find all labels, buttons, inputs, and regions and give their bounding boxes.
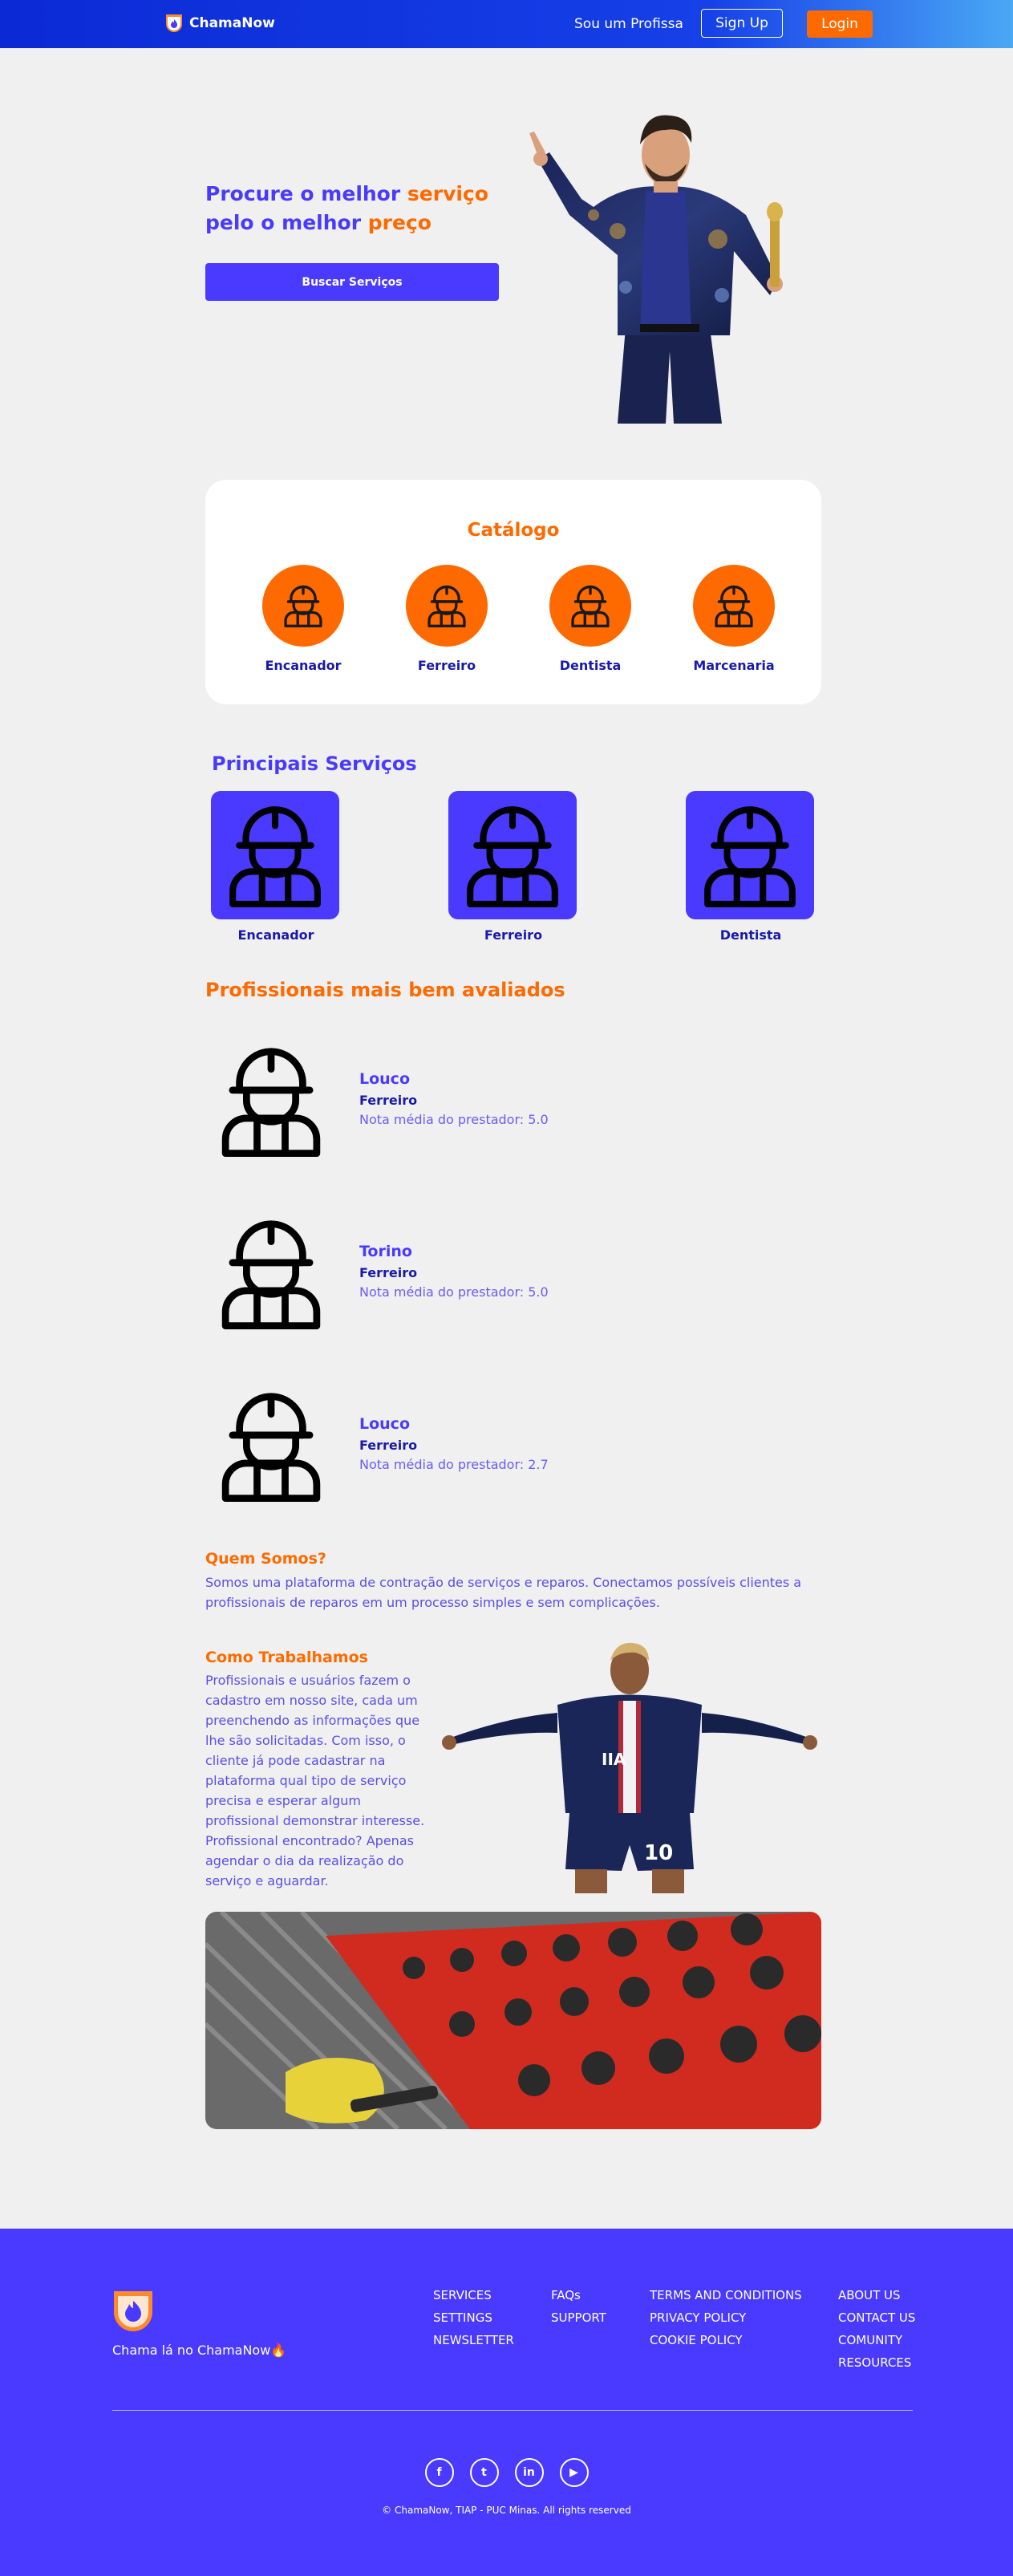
catalog-item[interactable]: Dentista [534, 565, 646, 673]
catalog-item-label: Encanador [265, 658, 342, 673]
signup-button[interactable]: Sign Up [701, 9, 783, 38]
service-label: Encanador [237, 927, 314, 943]
footer-link-resources[interactable]: RESOURCES [838, 2355, 915, 2371]
catalog-item-label: Dentista [559, 658, 622, 673]
service-label: Ferreiro [484, 927, 543, 943]
worker-icon [215, 1217, 327, 1329]
footer-link-contact[interactable]: CONTACT US [838, 2310, 915, 2326]
professional-name: Louco [359, 1415, 411, 1433]
service-label: Dentista [719, 927, 782, 943]
catalog-item[interactable]: Ferreiro [391, 565, 503, 673]
worker-icon [448, 791, 577, 919]
footer-logo-icon [112, 2290, 154, 2336]
tools-image [205, 1912, 821, 2129]
professional-card[interactable]: Louco Ferreiro Nota média do prestador: … [205, 1028, 687, 1165]
how-we-work-text: Profissionais e usuários fazem o cadastr… [205, 1673, 425, 1888]
footer-link-terms[interactable]: TERMS AND CONDITIONS [650, 2288, 802, 2303]
footer: Chama lá no ChamaNow🔥 SERVICES SETTINGS … [0, 2229, 1013, 2576]
footer-link-about[interactable]: ABOUT US [838, 2288, 915, 2303]
how-we-work-title: Como Trabalhamos [205, 1649, 368, 1666]
login-button[interactable]: Login [807, 10, 873, 38]
worker-icon [215, 1045, 327, 1157]
twitter-icon[interactable]: t [469, 2458, 499, 2487]
brand-logo[interactable]: ChamaNow [165, 13, 275, 34]
footer-column-4: ABOUT US CONTACT US COMUNITY RESOURCES [838, 2288, 915, 2371]
footer-column-2: FAQs SUPPORT [551, 2288, 606, 2326]
catalog-item-label: Ferreiro [417, 658, 476, 673]
catalog-item[interactable]: Marcenaria [678, 565, 790, 673]
professional-job: Ferreiro [359, 1265, 418, 1280]
social-links: f t in ▶ [0, 2458, 1013, 2487]
professional-rating: Nota média do prestador: 5.0 [359, 1112, 549, 1127]
hero-singer-image [505, 95, 818, 424]
flame-shield-icon [165, 13, 183, 34]
footer-divider [112, 2410, 913, 2411]
footer-link-community[interactable]: COMUNITY [838, 2333, 915, 2348]
catalog-card: Catálogo Encanador Ferreiro Dentista Mar… [205, 480, 821, 704]
footer-link-faqs[interactable]: FAQs [551, 2288, 606, 2303]
worker-icon [215, 1389, 327, 1502]
worker-icon [549, 565, 631, 647]
brand-name: ChamaNow [189, 15, 275, 31]
professional-card[interactable]: Torino Ferreiro Nota média do prestador:… [205, 1201, 687, 1337]
hero-title-highlight1: serviço [407, 182, 488, 205]
professional-card[interactable]: Louco Ferreiro Nota média do prestador: … [205, 1373, 687, 1510]
worker-icon [686, 791, 814, 919]
footer-link-cookie[interactable]: COOKIE POLICY [650, 2333, 802, 2348]
professional-rating: Nota média do prestador: 5.0 [359, 1284, 549, 1300]
service-card[interactable]: Encanador [211, 791, 341, 943]
about-title: Quem Somos? [205, 1550, 326, 1568]
worker-icon [693, 565, 775, 647]
professional-rating: Nota média do prestador: 2.7 [359, 1457, 549, 1472]
main-services-title: Principais Serviços [212, 753, 417, 775]
professional-name: Torino [359, 1243, 412, 1260]
worker-icon [211, 791, 339, 919]
svg-text:10: 10 [644, 1841, 673, 1865]
hero-title-part1: Procure o melhor [205, 182, 407, 205]
professional-name: Louco [359, 1070, 411, 1088]
worker-icon [406, 565, 488, 647]
youtube-icon[interactable]: ▶ [559, 2458, 589, 2487]
footer-link-support[interactable]: SUPPORT [551, 2310, 606, 2326]
copyright-text: © ChamaNow, TIAP - PUC Minas. All rights… [382, 2505, 631, 2516]
footer-link-newsletter[interactable]: NEWSLETTER [433, 2333, 514, 2348]
hero-title-part2: pelo o melhor [205, 211, 368, 234]
catalog-title: Catálogo [467, 520, 560, 541]
svg-text:IIA: IIA [602, 1750, 626, 1769]
footer-tagline: Chama lá no ChamaNow🔥 [112, 2343, 287, 2358]
linkedin-icon[interactable]: in [514, 2458, 544, 2487]
service-card[interactable]: Ferreiro [448, 791, 578, 943]
professional-job: Ferreiro [359, 1438, 418, 1453]
hero-title-highlight2: preço [367, 211, 432, 234]
footer-link-settings[interactable]: SETTINGS [433, 2310, 514, 2326]
footer-link-privacy[interactable]: PRIVACY POLICY [650, 2310, 802, 2326]
professional-job: Ferreiro [359, 1093, 418, 1108]
pro-signup-link[interactable]: Sou um Profissa [574, 16, 683, 32]
service-card[interactable]: Dentista [686, 791, 816, 943]
about-text: Somos uma plataforma de contração de ser… [205, 1575, 802, 1610]
facebook-icon[interactable]: f [424, 2458, 454, 2487]
top-professionals-title: Profissionais mais bem avaliados [205, 979, 565, 1001]
footer-column-1: SERVICES SETTINGS NEWSLETTER [433, 2288, 514, 2348]
worker-icon [262, 565, 344, 647]
football-player-image: IIA 10 [437, 1637, 822, 1893]
catalog-item-label: Marcenaria [693, 658, 775, 673]
footer-link-services[interactable]: SERVICES [433, 2288, 514, 2303]
catalog-item[interactable]: Encanador [247, 565, 359, 673]
search-services-button[interactable]: Buscar Serviços [205, 263, 499, 301]
hero-title: Procure o melhor serviço pelo o melhor p… [205, 180, 510, 237]
footer-column-3: TERMS AND CONDITIONS PRIVACY POLICY COOK… [650, 2288, 802, 2348]
